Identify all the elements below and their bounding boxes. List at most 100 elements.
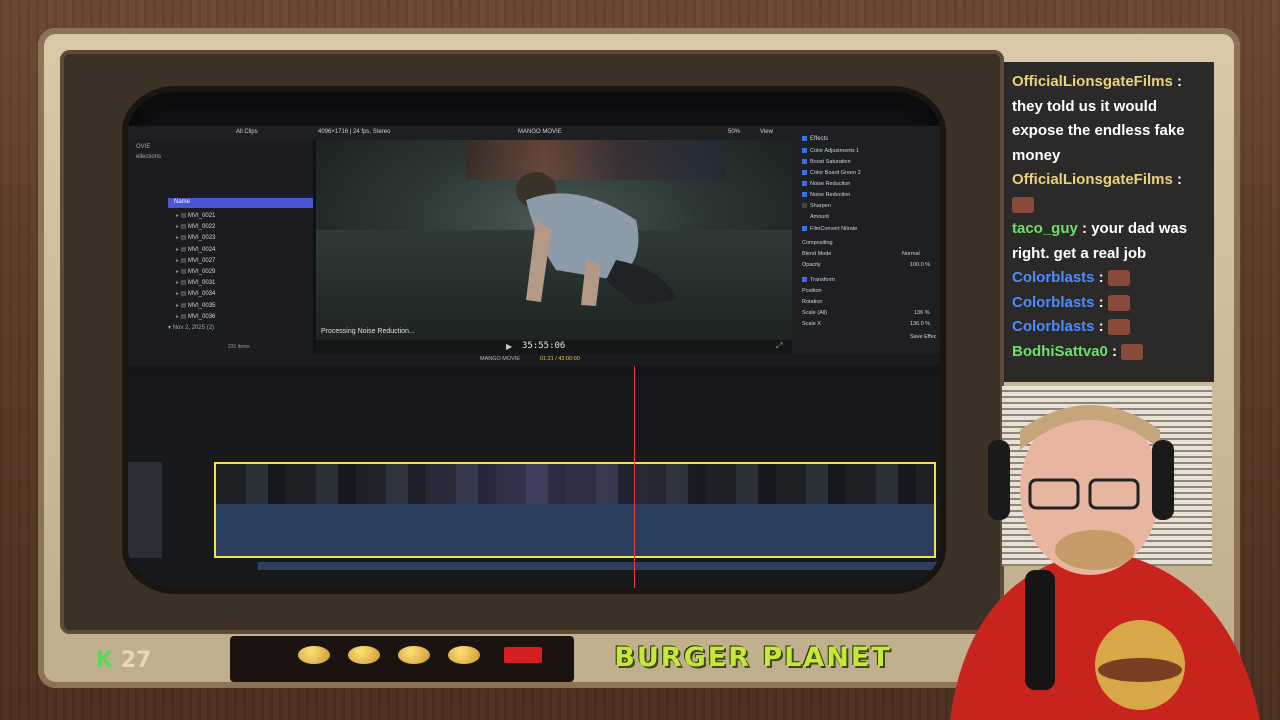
- playhead[interactable]: [634, 366, 635, 588]
- list-item[interactable]: MVI_0034: [176, 289, 215, 300]
- blend-mode-dropdown[interactable]: Normal: [902, 251, 920, 257]
- view-dropdown[interactable]: View: [760, 129, 773, 135]
- date-group[interactable]: ▾ Nov 2, 2025 (2): [168, 324, 214, 331]
- checkbox-icon[interactable]: [802, 203, 807, 209]
- amount-label: Amount: [810, 214, 829, 220]
- timecode-display: 35:55:06: [522, 341, 566, 351]
- checkbox-icon[interactable]: [802, 159, 807, 165]
- brand-logo: BURGER PLANET: [614, 642, 892, 673]
- effects-title: Effects: [810, 136, 829, 143]
- checkbox-icon[interactable]: [802, 192, 807, 198]
- list-item[interactable]: MVI_0022: [176, 222, 215, 233]
- effect-label: Color Adjustments 1: [810, 148, 860, 154]
- tv-control-panel: [230, 636, 574, 682]
- sidebar-item-movie[interactable]: OVIE: [136, 142, 161, 152]
- clip-list: MVI_0021 MVI_0022 MVI_0023 MVI_0024 MVI_…: [176, 211, 215, 323]
- chat-username[interactable]: BodhiSattva0: [1012, 343, 1108, 360]
- effect-label: FilmConvert Nitrate: [810, 226, 858, 232]
- save-effects-button[interactable]: Save Effec: [910, 334, 937, 340]
- position-label: Position: [802, 288, 822, 294]
- list-item[interactable]: MVI_0029: [176, 267, 215, 278]
- checkbox-icon[interactable]: [802, 136, 807, 141]
- zoom-dropdown[interactable]: 50%: [728, 129, 740, 135]
- all-clips-dropdown[interactable]: All Clips: [236, 129, 258, 135]
- list-item[interactable]: MVI_0035: [176, 301, 215, 312]
- kill-counter: K 27: [96, 648, 151, 673]
- effect-row[interactable]: Color Adjustments 1: [802, 148, 859, 154]
- effect-label: Color Board Green 2: [810, 170, 861, 176]
- effect-row[interactable]: Boost Saturation: [802, 159, 851, 165]
- timeline-project-name[interactable]: MANGO MOVIE: [480, 356, 520, 362]
- knob-icon: [348, 646, 380, 664]
- effect-row[interactable]: Color Board Green 2: [802, 170, 861, 176]
- chat-message: Colorblasts :: [1012, 291, 1208, 316]
- knob-icon: [398, 646, 430, 664]
- effect-label: Boost Saturation: [810, 159, 851, 165]
- date-group-label: Nov 2, 2025: [172, 325, 206, 331]
- inspector-panel: Effects Color Adjustments 1 Boost Satura…: [792, 126, 940, 354]
- chat-separator: :: [1094, 293, 1108, 311]
- crawling-person-figure: [516, 172, 676, 306]
- power-button-icon: [504, 647, 542, 663]
- transform-heading: Transform: [802, 277, 835, 283]
- chat-separator: :: [1094, 318, 1108, 335]
- effect-row[interactable]: Sharpen: [802, 203, 831, 209]
- processing-status: Processing Noise Reduction...: [321, 328, 415, 335]
- effect-label: Sharpen: [810, 203, 831, 209]
- chat-username[interactable]: Colorblasts: [1012, 294, 1095, 311]
- chat-separator: :: [1107, 342, 1122, 360]
- chat-separator: :: [1172, 171, 1183, 188]
- checkbox-icon[interactable]: [802, 277, 807, 283]
- menu-bar: [128, 92, 940, 110]
- rotation-label: Rotation: [802, 299, 823, 305]
- list-item[interactable]: MVI_0027: [176, 256, 215, 267]
- effect-row[interactable]: Noise Reduction: [802, 181, 850, 187]
- k-letter: K: [96, 648, 114, 673]
- list-item[interactable]: MVI_0021: [176, 211, 215, 222]
- fullscreen-icon[interactable]: ⤢: [776, 341, 782, 351]
- selected-clip[interactable]: [214, 462, 936, 558]
- chat-message: BodhiSattva0 :: [1012, 340, 1208, 365]
- effect-label: Noise Reduction: [810, 192, 851, 198]
- audio-track[interactable]: [258, 562, 938, 570]
- effects-heading: Effects: [802, 136, 828, 142]
- timeline-toolbar: MANGO MOVIE 01:21 / 43:00:00: [128, 354, 940, 366]
- checkbox-icon[interactable]: [802, 148, 807, 154]
- timeline-ruler[interactable]: [128, 366, 940, 376]
- chat-separator: :: [1094, 269, 1108, 286]
- chat-message: OfficialLionsgateFilms : they told us it…: [1012, 70, 1208, 168]
- effect-label: Noise Reduction: [810, 181, 851, 187]
- emote-icon: [1012, 196, 1034, 213]
- scale-x-label: Scale X: [802, 321, 821, 327]
- name-column-header[interactable]: Name: [168, 198, 313, 208]
- list-item[interactable]: MVI_0023: [176, 233, 215, 244]
- sidebar-item-collections[interactable]: ellections: [136, 152, 161, 162]
- list-item[interactable]: MVI_0031: [176, 278, 215, 289]
- opacity-value[interactable]: 100.0 %: [910, 262, 930, 268]
- viewer[interactable]: Processing Noise Reduction...: [316, 140, 792, 340]
- date-group-count: (2): [206, 325, 215, 331]
- chat-username[interactable]: Colorblasts: [1012, 318, 1095, 335]
- clip-filmstrip: [216, 464, 934, 504]
- chat-message: Colorblasts :: [1012, 266, 1208, 291]
- browser-panel: OVIE ellections: [128, 140, 313, 354]
- previous-clip[interactable]: [128, 462, 162, 558]
- timeline[interactable]: [128, 376, 940, 588]
- checkbox-icon[interactable]: [802, 170, 807, 176]
- chat-username[interactable]: OfficialLionsgateFilms: [1012, 73, 1173, 90]
- compositing-heading: Compositing: [802, 240, 833, 246]
- effect-row[interactable]: Noise Reduction: [802, 192, 850, 198]
- chat-username[interactable]: taco_guy: [1012, 220, 1078, 237]
- chat-username[interactable]: OfficialLionsgateFilms: [1012, 171, 1173, 188]
- list-item[interactable]: MVI_0036: [176, 312, 215, 323]
- play-icon[interactable]: ▶: [506, 342, 512, 351]
- checkbox-icon[interactable]: [802, 226, 807, 232]
- list-item[interactable]: MVI_0024: [176, 245, 215, 256]
- chat-username[interactable]: Colorblasts: [1012, 269, 1095, 286]
- library-sidebar: OVIE ellections: [136, 142, 161, 162]
- scale-all-value[interactable]: 136 %: [914, 310, 930, 316]
- chat-separator: :: [1172, 73, 1183, 90]
- scale-x-value[interactable]: 136.0 %: [910, 321, 930, 327]
- effect-row[interactable]: FilmConvert Nitrate: [802, 226, 857, 232]
- checkbox-icon[interactable]: [802, 181, 807, 187]
